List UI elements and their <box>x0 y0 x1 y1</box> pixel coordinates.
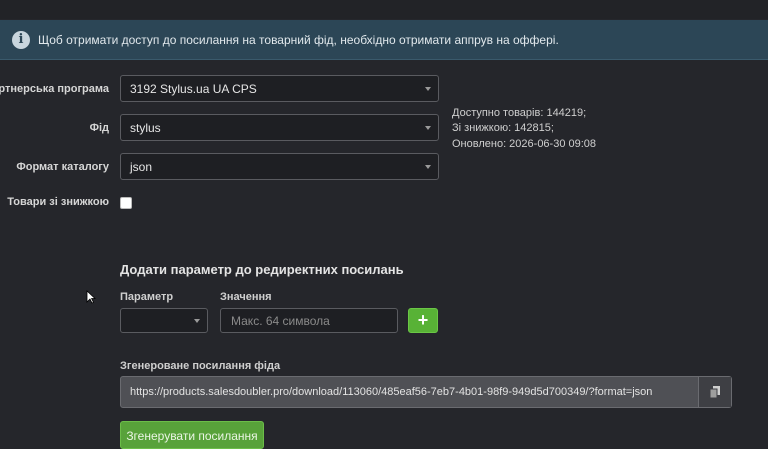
feed-label: Фід <box>89 122 109 134</box>
format-label: Формат каталогу <box>16 161 109 173</box>
top-bar <box>0 0 768 19</box>
value-label: Значення <box>220 291 272 303</box>
program-select[interactable]: 3192 Stylus.ua UA CPS <box>120 75 439 102</box>
program-label: Партнерська програма <box>0 83 109 95</box>
stats-discounted: Зі знижкою: 142815; <box>452 122 554 134</box>
stats-updated: Оновлено: 2026-06-30 09:08 <box>452 138 597 150</box>
value-input-placeholder: Макс. 64 символа <box>231 313 330 328</box>
discount-label: Товари зі знижкою <box>7 196 109 208</box>
generate-link-button[interactable]: Згенерувати посилання <box>120 421 264 449</box>
generated-url-field[interactable]: https://products.salesdoubler.pro/downlo… <box>120 376 732 408</box>
program-select-value: 3192 Stylus.ua UA CPS <box>130 81 257 96</box>
format-select-value: json <box>130 159 153 174</box>
format-select[interactable]: json <box>120 153 439 180</box>
param-label: Параметр <box>120 291 174 303</box>
mouse-cursor-icon <box>86 290 96 304</box>
redirect-section-title: Додати параметр до редиректних посилань <box>120 262 404 277</box>
add-param-button[interactable]: + <box>408 308 438 333</box>
alert-text: Щоб отримати доступ до посилання на това… <box>38 33 559 47</box>
info-alert: i Щоб отримати доступ до посилання на то… <box>0 20 768 60</box>
stats-available: Доступно товарів: 144219; <box>452 107 587 119</box>
generated-link-label: Згенероване посилання фіда <box>120 360 281 372</box>
discount-checkbox[interactable] <box>120 197 132 209</box>
generated-url-text: https://products.salesdoubler.pro/downlo… <box>130 386 653 398</box>
value-input[interactable]: Макс. 64 символа <box>220 308 398 333</box>
chevron-down-icon <box>194 318 200 323</box>
copy-button[interactable] <box>698 377 731 407</box>
chevron-down-icon <box>425 86 431 91</box>
feed-select-value: stylus <box>130 120 161 135</box>
feed-select[interactable]: stylus <box>120 114 439 141</box>
copy-icon <box>710 386 720 398</box>
param-select[interactable] <box>120 308 208 333</box>
chevron-down-icon <box>425 125 431 130</box>
info-icon: i <box>12 31 30 49</box>
chevron-down-icon <box>425 164 431 169</box>
